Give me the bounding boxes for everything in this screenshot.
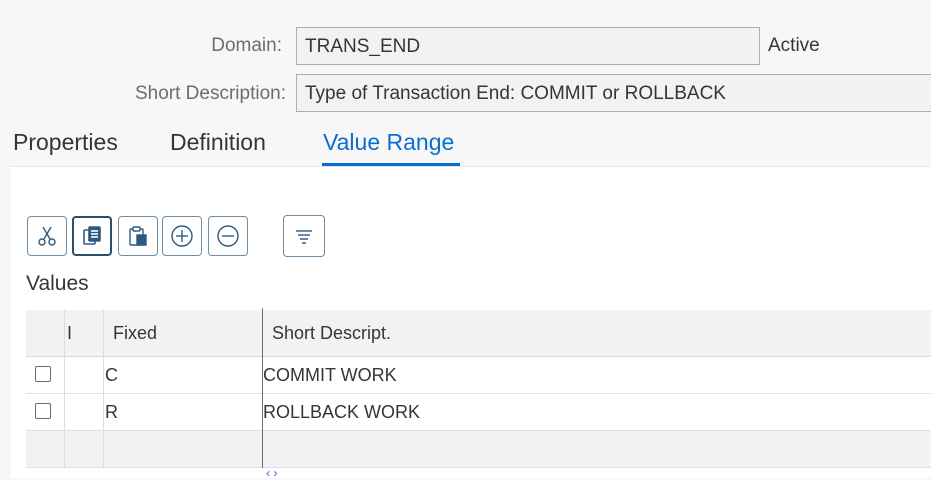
- column-divider: [64, 310, 65, 468]
- table-row[interactable]: C COMMIT WORK: [26, 357, 931, 394]
- status-text: Active: [768, 35, 820, 56]
- copy-button[interactable]: [72, 216, 112, 256]
- table-header: I Fixed Short Descript.: [26, 310, 931, 357]
- insert-row-button[interactable]: [162, 216, 202, 256]
- copy-icon: [81, 225, 103, 247]
- tab-properties[interactable]: Properties: [13, 129, 118, 156]
- domain-field[interactable]: TRANS_END: [296, 27, 760, 65]
- domain-label: Domain:: [211, 35, 282, 56]
- short-descript-cell[interactable]: COMMIT WORK: [263, 365, 397, 386]
- column-divider: [103, 310, 104, 468]
- minus-circle-icon: [216, 224, 240, 248]
- row-select-checkbox[interactable]: [35, 403, 51, 419]
- tab-definition[interactable]: Definition: [170, 129, 266, 156]
- row-select-checkbox[interactable]: [35, 366, 51, 382]
- column-header-i[interactable]: I: [67, 323, 72, 344]
- values-table: I Fixed Short Descript. C COMMIT WORK R …: [26, 308, 931, 468]
- short-description-label: Short Description:: [134, 83, 286, 104]
- filter-button[interactable]: [283, 215, 325, 257]
- plus-circle-icon: [170, 224, 194, 248]
- fixed-value-cell[interactable]: R: [105, 402, 118, 423]
- table-row-empty[interactable]: [26, 431, 931, 468]
- cut-button[interactable]: [27, 216, 67, 256]
- tab-value-range[interactable]: Value Range: [323, 129, 454, 156]
- column-header-short-descript[interactable]: Short Descript.: [272, 323, 391, 344]
- short-description-field[interactable]: Type of Transaction End: COMMIT or ROLLB…: [296, 74, 931, 112]
- values-title: Values: [26, 272, 89, 295]
- paste-button[interactable]: [118, 216, 158, 256]
- column-header-fixed[interactable]: Fixed: [113, 323, 157, 344]
- scissors-icon: [36, 225, 58, 247]
- active-tab-indicator: [322, 163, 460, 166]
- filter-lines-icon: [293, 225, 315, 247]
- column-resize-handle[interactable]: [262, 308, 263, 468]
- table-row[interactable]: R ROLLBACK WORK: [26, 394, 931, 431]
- paste-icon: [127, 225, 149, 247]
- short-descript-cell[interactable]: ROLLBACK WORK: [263, 402, 420, 423]
- fixed-value-cell[interactable]: C: [105, 365, 118, 386]
- delete-row-button[interactable]: [208, 216, 248, 256]
